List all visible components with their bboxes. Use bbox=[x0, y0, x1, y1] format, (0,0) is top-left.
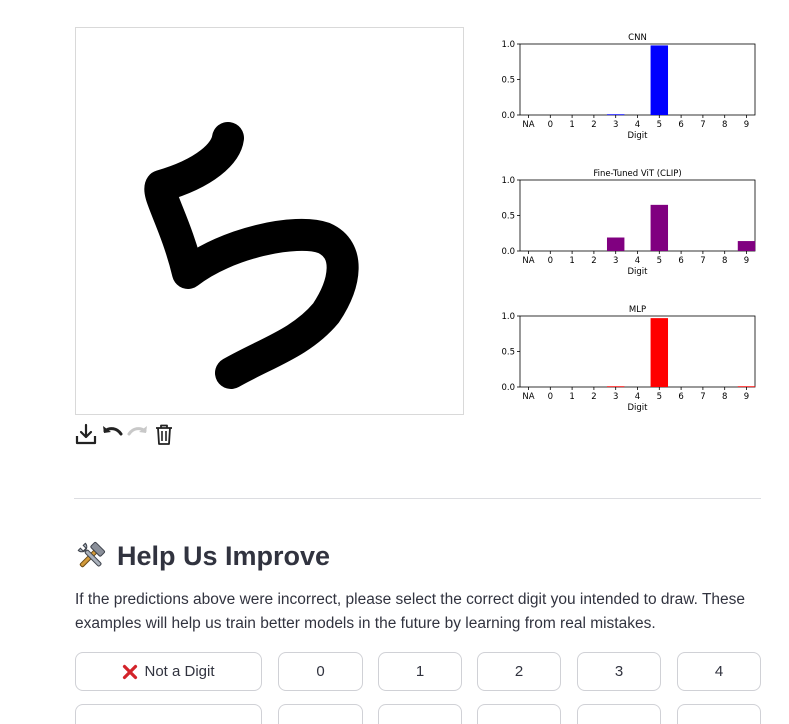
digit-2-button[interactable]: 2 bbox=[477, 652, 561, 691]
x-tick-label: 1 bbox=[569, 120, 574, 130]
x-tick-label: 0 bbox=[548, 120, 553, 130]
digit-2-label: 2 bbox=[514, 663, 524, 680]
redo-icon[interactable] bbox=[126, 422, 150, 446]
digit-0-button[interactable]: 0 bbox=[278, 652, 363, 691]
digit-3-button[interactable]: 3 bbox=[577, 652, 661, 691]
canvas-toolbar bbox=[74, 421, 176, 447]
x-tick-label: 5 bbox=[657, 120, 662, 130]
x-tick-label: 4 bbox=[635, 392, 640, 402]
digit-button-row2[interactable] bbox=[477, 704, 561, 724]
x-tick-label: 7 bbox=[700, 120, 705, 130]
not-a-digit-button[interactable]: Not a Digit bbox=[75, 652, 262, 691]
handwritten-stroke bbox=[144, 122, 359, 389]
feedback-title: Help Us Improve bbox=[117, 540, 331, 571]
bar-3 bbox=[606, 114, 625, 116]
vit-chart-plot: Fine-Tuned ViT (CLIP) 0.0 0.5 1.0 NA 0 1 2 3 4 5 6 7… bbox=[501, 169, 756, 277]
x-axis-label: Digit bbox=[628, 131, 649, 141]
cnn-chart: CNN 0.0 0.5 1.0 NA 0 1 2 3 4 5 6 7 8 9 Digit bbox=[488, 30, 768, 155]
chart-frame bbox=[519, 315, 756, 388]
y-tick-label: 1.0 bbox=[501, 176, 515, 186]
chart-title: MLP bbox=[629, 305, 646, 315]
x-tick-label: 6 bbox=[678, 120, 683, 130]
chart-frame bbox=[519, 43, 756, 116]
x-tick-label: 0 bbox=[548, 256, 553, 266]
chart-title: Fine-Tuned ViT (CLIP) bbox=[593, 169, 681, 179]
x-tick-label: 8 bbox=[722, 256, 727, 266]
x-tick-label: 5 bbox=[657, 256, 662, 266]
bar-5 bbox=[650, 45, 669, 115]
vit-chart: Fine-Tuned ViT (CLIP) 0.0 0.5 1.0 NA 0 1 2 3 4 5 6 7… bbox=[488, 166, 768, 291]
feedback-heading: Help Us Improve bbox=[75, 536, 330, 576]
download-icon[interactable] bbox=[74, 422, 98, 446]
digit-button-row2[interactable] bbox=[75, 704, 262, 724]
x-axis-label: Digit bbox=[628, 403, 649, 413]
bar-5 bbox=[650, 204, 669, 251]
x-tick-label: 4 bbox=[635, 120, 640, 130]
x-tick-label: 6 bbox=[678, 392, 683, 402]
x-tick-label: 3 bbox=[613, 256, 618, 266]
mlp-chart: MLP 0.0 0.5 1.0 NA 0 1 2 3 4 5 6 7 8 9 Digit bbox=[488, 302, 768, 427]
x-tick-label: 2 bbox=[591, 120, 596, 130]
y-tick-label: 0.5 bbox=[501, 76, 515, 86]
x-tick-label: 3 bbox=[613, 120, 618, 130]
drawing-canvas[interactable] bbox=[75, 27, 464, 415]
bar-5 bbox=[650, 318, 669, 387]
x-tick-label: 2 bbox=[591, 256, 596, 266]
y-tick-label: 0.0 bbox=[501, 247, 515, 257]
x-tick-label: 7 bbox=[700, 392, 705, 402]
section-divider bbox=[74, 498, 761, 499]
x-tick-label: 8 bbox=[722, 392, 727, 402]
digit-0-label: 0 bbox=[316, 663, 325, 680]
x-tick-label: 3 bbox=[613, 392, 618, 402]
digit-4-button[interactable]: 4 bbox=[677, 652, 761, 691]
digit-button-row2[interactable] bbox=[577, 704, 661, 724]
digit-1-button[interactable]: 1 bbox=[378, 652, 462, 691]
x-tick-label: 9 bbox=[744, 256, 749, 266]
x-axis-label: Digit bbox=[628, 267, 649, 277]
x-tick-label: 5 bbox=[657, 392, 662, 402]
y-tick-label: 1.0 bbox=[501, 40, 515, 50]
cnn-chart-plot: CNN 0.0 0.5 1.0 NA 0 1 2 3 4 5 6 7 8 9 Digit bbox=[501, 33, 756, 141]
bar-3 bbox=[606, 386, 625, 388]
x-tick-label: 1 bbox=[569, 256, 574, 266]
undo-icon[interactable] bbox=[100, 422, 124, 446]
x-tick-label: 7 bbox=[700, 256, 705, 266]
feedback-description: If the predictions above were incorrect,… bbox=[75, 591, 746, 632]
digit-1-label: 1 bbox=[415, 663, 425, 680]
x-tick-label: NA bbox=[522, 392, 534, 402]
y-tick-label: 0.0 bbox=[501, 383, 515, 393]
hammer-and-wrench-icon bbox=[75, 540, 107, 572]
digit-button-row2[interactable] bbox=[378, 704, 462, 724]
x-tick-label: 9 bbox=[744, 120, 749, 130]
trash-icon[interactable] bbox=[152, 422, 176, 446]
bar-9 bbox=[737, 386, 756, 388]
x-tick-label: 8 bbox=[722, 120, 727, 130]
chart-frame bbox=[519, 179, 756, 252]
cross-mark-icon bbox=[122, 664, 138, 680]
digit-3-label: 3 bbox=[614, 663, 624, 680]
y-tick-label: 0.0 bbox=[501, 111, 515, 121]
x-tick-label: 4 bbox=[635, 256, 640, 266]
digit-4-label: 4 bbox=[714, 663, 724, 680]
x-tick-label: 9 bbox=[744, 392, 749, 402]
y-tick-label: 0.5 bbox=[501, 212, 515, 222]
chart-title: CNN bbox=[628, 33, 647, 43]
not-a-digit-label: Not a Digit bbox=[144, 663, 215, 680]
y-tick-label: 0.5 bbox=[501, 348, 515, 358]
mlp-chart-plot: MLP 0.0 0.5 1.0 NA 0 1 2 3 4 5 6 7 8 9 Digit bbox=[501, 305, 756, 413]
y-tick-label: 1.0 bbox=[501, 312, 515, 322]
bar-3 bbox=[606, 237, 625, 251]
x-tick-label: 2 bbox=[591, 392, 596, 402]
x-tick-label: NA bbox=[522, 256, 534, 266]
x-tick-label: NA bbox=[522, 120, 534, 130]
bar-9 bbox=[737, 241, 756, 251]
digit-button-row2[interactable] bbox=[677, 704, 761, 724]
digit-button-row2[interactable] bbox=[278, 704, 363, 724]
x-tick-label: 1 bbox=[569, 392, 574, 402]
x-tick-label: 6 bbox=[678, 256, 683, 266]
x-tick-label: 0 bbox=[548, 392, 553, 402]
